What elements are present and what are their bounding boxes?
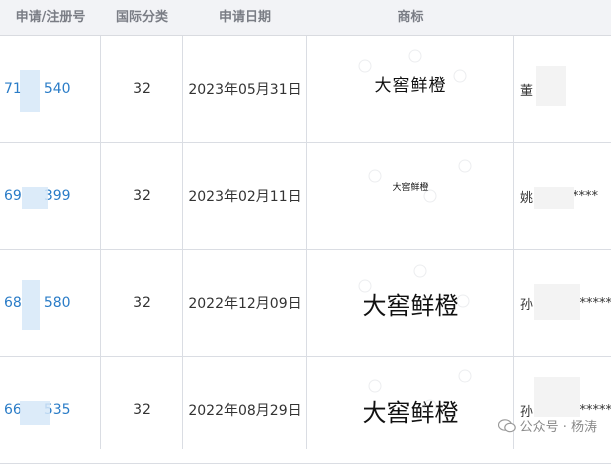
table-header: 申请/注册号 国际分类 申请日期 商标 xyxy=(0,0,611,36)
regno-prefix: 69 xyxy=(4,188,22,204)
applicant-name: 董 xyxy=(520,83,534,99)
table-row[interactable]: 66 535 32 2022年08月29日 大窖鲜橙 孙 ****** xyxy=(0,357,611,464)
regno-link[interactable]: 66 535 xyxy=(0,357,105,463)
applicant-name: 孙 xyxy=(520,297,534,313)
class-cell: 32 xyxy=(133,295,151,311)
regno-redaction xyxy=(20,70,40,112)
header-regno[interactable]: 申请/注册号 xyxy=(0,0,101,36)
regno-prefix: 68 xyxy=(4,295,22,311)
applicant-redaction xyxy=(534,377,580,417)
header-date[interactable]: 申请日期 xyxy=(183,0,307,36)
footer-watermark: 公众号 · 杨涛 xyxy=(497,416,597,435)
class-cell: 32 xyxy=(133,81,151,97)
table-row[interactable]: 69 399 32 2023年02月11日 大窖鲜橙 姚 ****** xyxy=(0,143,611,250)
applicant-cell: 董 xyxy=(514,36,611,142)
date-cell: 2022年08月29日 xyxy=(188,403,302,419)
regno-suffix: 580 xyxy=(43,295,71,311)
trademark-image[interactable]: 大窖鲜橙 xyxy=(307,250,514,356)
trademark-image[interactable]: 大窖鲜橙 xyxy=(307,357,514,463)
date-cell: 2023年05月31日 xyxy=(188,82,302,98)
regno-redaction xyxy=(22,280,40,330)
applicant-redaction xyxy=(534,284,580,320)
trademark-image[interactable]: 大窖鲜橙 xyxy=(307,30,514,136)
header-applicant[interactable] xyxy=(514,0,611,36)
applicant-cell: 孙 ****** xyxy=(514,250,611,356)
regno-redaction xyxy=(22,187,48,209)
regno-suffix: 540 xyxy=(43,81,71,97)
applicant-name: 姚 xyxy=(520,190,534,206)
class-cell: 32 xyxy=(133,402,151,418)
applicant-cell: 孙 ****** xyxy=(514,357,611,463)
regno-link[interactable]: 68 580 xyxy=(0,250,105,356)
header-class[interactable]: 国际分类 xyxy=(101,0,183,36)
applicant-redaction xyxy=(534,187,574,209)
wechat-icon xyxy=(497,418,516,432)
applicant-redaction xyxy=(536,66,566,106)
table-row[interactable]: 68 580 32 2022年12月09日 大窖鲜橙 孙 ****** xyxy=(0,250,611,357)
trademark-image[interactable]: 大窖鲜橙 xyxy=(307,133,514,239)
table-row[interactable]: 71 540 32 2023年05月31日 大窖鲜橙 董 xyxy=(0,36,611,143)
regno-redaction xyxy=(20,401,50,425)
date-cell: 2022年12月09日 xyxy=(188,296,302,312)
regno-link[interactable]: 69 399 xyxy=(0,143,105,249)
class-cell: 32 xyxy=(133,188,151,204)
applicant-cell: 姚 ****** xyxy=(514,143,611,249)
trademark-table: 申请/注册号 国际分类 申请日期 商标 71 540 32 2023年05月31… xyxy=(0,0,611,464)
regno-link[interactable]: 71 540 xyxy=(0,36,105,142)
date-cell: 2023年02月11日 xyxy=(188,189,302,205)
footer-text: 公众号 · 杨涛 xyxy=(519,420,597,435)
